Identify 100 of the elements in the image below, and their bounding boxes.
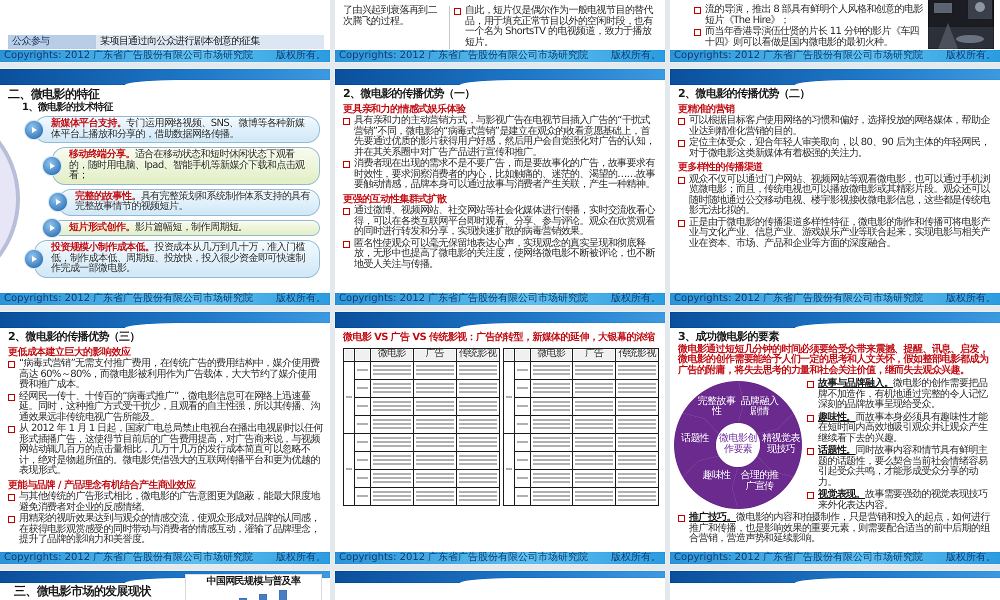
play-icon <box>24 120 44 140</box>
cycle-label: 品牌融入剧情 <box>740 396 778 418</box>
section-heading: 更低成本建立巨大的影响效应 <box>8 348 131 358</box>
slide-title: 3、成功微电影的要素 <box>678 331 780 343</box>
bullet-text: 观众不仅可以通过门户网站、视频网站等观看微电影，也可以通过手机浏览微电影；而且，传统电视也可以播放微电影或其精彩片段。观众还可以随时随地通过公交移动电视、楼宇影视接收微电影信息，这些都是传统电影无法比拟的。 <box>689 174 992 216</box>
bullet-text: 通过微博、视频网站、社交网站等社会化媒体进行传播，实时交流收看心得，可以在各类互联网平台即时观看、分享、参与评论。观众在欣赏观看的同时进行转发和分享，实现快速扩散的病毒营销效果。 <box>354 206 656 238</box>
blurred-text-drawing <box>344 394 354 400</box>
footer-rights: 版权所有。 <box>946 50 996 62</box>
footer-rights: 版权所有。 <box>276 293 326 305</box>
footer-rights: 版权所有。 <box>276 50 326 62</box>
square-bullet-icon <box>8 494 15 502</box>
blurred-text-drawing <box>456 471 498 485</box>
footer-copyright: Copyrights: 2012 广东省广告股份有限公司市场研究院 <box>674 293 924 305</box>
square-bullet-icon <box>678 515 685 522</box>
cycle-label: 完整故事性 <box>698 396 736 418</box>
footer-rights: 版权所有。 <box>611 50 661 62</box>
footer-rights: 版权所有。 <box>611 293 661 305</box>
blurred-text-drawing <box>456 453 498 467</box>
feature-text: 完整的故事性。具有完整策划和系统制作体系支持的具有完整故事情节的视频短片。 <box>75 190 310 212</box>
bullet-text: 经网民一传十、十传百的“病毒式推广”，微电影信息可在网络上迅速蔓延。同时，这种推广方式受干扰少，且观看的自主性强，所以其传播、沟通效果远非传统电视广告所能及。 <box>19 392 321 423</box>
blurred-text-drawing <box>573 453 616 467</box>
blurred-text-drawing <box>456 381 498 395</box>
cycle-label: 趣味性 <box>701 471 732 482</box>
bullet-text: 话题性。同时故事内容和情节具有鲜明主题的话题性，要么契合当前社会情绪容易引起受众共鸣，才能形成受众分享的动力。 <box>818 446 988 488</box>
blurred-text-drawing <box>456 363 498 377</box>
slide-title: 微电影 VS 广告 VS 传统影视：广告的转型，新媒体的延伸，大银幕的浓缩 <box>343 333 656 344</box>
chart-title: 中国网民规模与普及率 <box>206 577 300 588</box>
slide-subtitle: 1、微电影的技术特征 <box>22 102 114 114</box>
square-bullet-icon <box>807 492 814 500</box>
blurred-text-drawing <box>414 489 456 503</box>
blurred-text-drawing <box>616 399 658 413</box>
footer-copyright: Copyrights: 2012 广东省广告股份有限公司市场研究院 <box>339 293 588 305</box>
feature-text: 短片形式创作。影片篇幅短，制作周期短。 <box>69 222 248 233</box>
square-bullet-icon <box>694 29 701 36</box>
cycle-label: 合理的推广宣传 <box>740 471 778 492</box>
blurred-text-drawing <box>616 435 658 449</box>
blurred-text-drawing <box>414 417 456 431</box>
blurred-text-drawing <box>456 489 498 503</box>
square-bullet-icon <box>343 161 350 168</box>
blurred-text-drawing <box>414 435 456 449</box>
blurred-text-drawing <box>616 363 658 377</box>
blurred-text-drawing <box>504 466 514 472</box>
blurred-text-drawing <box>616 381 658 395</box>
intro-text: 微电影通过短短几分钟的时间必须要给受众带来震撼、提醒、讯息、启发，微电影的创作需要能给予人们一定的思考和人文关怀，假如整部电影都成为广告的附庸，将失去思考的力量和社会关注价值，继而失去观众兴趣。 <box>678 344 990 376</box>
play-icon <box>42 156 62 176</box>
blurred-text-drawing <box>414 453 456 467</box>
blurred-text-drawing <box>573 381 616 395</box>
footer-rights: 版权所有。 <box>611 552 661 564</box>
blurred-text-drawing <box>616 453 658 467</box>
footer-rights: 版权所有。 <box>946 293 996 305</box>
bullet-text: 视觉表现。故事需要强劲的视觉表现技巧来外化表达内容。 <box>818 490 988 512</box>
blurred-text-drawing <box>414 399 456 413</box>
blurred-text-drawing <box>573 417 616 431</box>
square-bullet-icon <box>807 414 814 422</box>
blurred-text-drawing <box>573 471 616 485</box>
slide-title: 2、微电影的传播优势（三） <box>8 331 141 343</box>
bullet-text: 而当年香港导演伍仕贤的片长 11 分钟的影片《车四十四》则可以看做是国内微电影的最初火种。 <box>705 27 920 48</box>
bullet-text: 从 2012 年 1 月 1 日起，国家广电总局禁止电视台在播出电视剧时以任何形式插播广告，这使得节目前后的广告费用提高，对广告商来说，与视频网站动辄几百万的点击量相比，几万十几万的发行成本简直可以忽略不计，绝对是物超所值的。微电影凭借强大的互联网传播平台和更为优越的表现形式。 <box>19 424 324 477</box>
bullet-text: 匿名性使观众可以毫无保留地表达心声，实现观念的真实呈现和彻底释放，无形中也提高了微电影的关注度，使网络微电影不断被评论，也不断地受人关注与传播。 <box>354 238 656 270</box>
blurred-text-drawing <box>414 471 456 485</box>
square-bullet-icon <box>8 426 15 434</box>
square-bullet-icon <box>8 361 15 368</box>
square-bullet-icon <box>343 208 350 216</box>
bullet-text: 推广技巧。微电影的内容和拍摄制作，只是营销和投入的起点，如何进行推广和传播，也是影响效果的重要元素，则需要配合适当的前中后期的组合营销，营造声势和延续影响。 <box>689 513 992 545</box>
square-bullet-icon <box>8 516 15 524</box>
blurred-text-drawing <box>616 489 658 503</box>
square-bullet-icon <box>694 7 701 14</box>
bullet-text: 故事与品牌融入。微电影的创作需要把品牌不加造作，有机地通过完整的令人记忆深刻的品牌故事呈现给受众。 <box>818 379 989 411</box>
square-bullet-icon <box>343 118 350 126</box>
play-icon <box>48 192 68 212</box>
section-heading: 更精准的营销 <box>678 104 736 115</box>
square-bullet-icon <box>454 8 461 15</box>
bullet-text: 流的导演，推出 8 部具有鲜明个人风格和创意的电影短片《The Hire》； <box>705 5 924 26</box>
footer-copyright: Copyrights: 2012 广东省广告股份有限公司市场研究院 <box>339 552 588 564</box>
feature-text: 新媒体平台支持。专门运用网络视频、SNS、微博等各种新媒体平台上播放和分享的，借助数据网络传播。 <box>51 118 304 140</box>
cycle-label: 话题性 <box>680 434 710 445</box>
blurred-text-drawing <box>504 394 514 400</box>
section-heading: 更强的互动性集群式扩散 <box>343 194 448 205</box>
square-bullet-icon <box>807 381 814 388</box>
footer-rights: 版权所有。 <box>946 552 996 564</box>
blurred-text-drawing <box>456 399 498 413</box>
square-bullet-icon <box>678 176 685 184</box>
blurred-text-drawing <box>456 435 498 449</box>
slide-title: 三、微电影市场的发展现状 <box>14 585 151 598</box>
section-heading: 更能与品牌 / 产品理念有机结合产生商业效应 <box>8 480 196 491</box>
blurred-text-drawing <box>344 466 354 472</box>
footer-rights: 版权所有。 <box>276 552 326 564</box>
bullet-text: 消费者现在出现的需求不是不要广告，而是要故事化的广告，故事要求有时效性，要求洞察消费者的内心，比如触痛的、迷茫的、渴望的……故事要触动情感，品牌本身可以通过故事与消费者产生关联，产生一种精神。 <box>354 159 656 191</box>
feature-text: 投资规模小制作成本低。投资成本从几万到几十万，准入门槛低，制作成本低、周期短、投放快，投入很少资金即可快速制作完成一部微电影。 <box>51 242 305 274</box>
blurred-text-drawing <box>616 471 658 485</box>
footer-copyright: Copyrights: 2012 广东省广告股份有限公司市场研究院 <box>4 293 254 305</box>
blurred-text-drawing <box>414 381 456 395</box>
table-cell: 某项目通过向公众进行剧本创意的征集 <box>96 34 324 49</box>
blurred-text-drawing <box>414 363 456 377</box>
bullet-text: 可以根据目标客户使用网络的习惯和偏好，选择投放的网络媒体，帮助企业达到精准化营销的目的。 <box>689 116 991 137</box>
blurred-text-drawing <box>616 417 658 431</box>
footer-copyright: Copyrights: 2012 广东省广告股份有限公司市场研究院 <box>4 552 254 564</box>
square-bullet-icon <box>807 448 814 456</box>
blurred-text-drawing <box>456 417 498 431</box>
slide-title: 2、微电影的传播优势（二） <box>678 88 811 100</box>
